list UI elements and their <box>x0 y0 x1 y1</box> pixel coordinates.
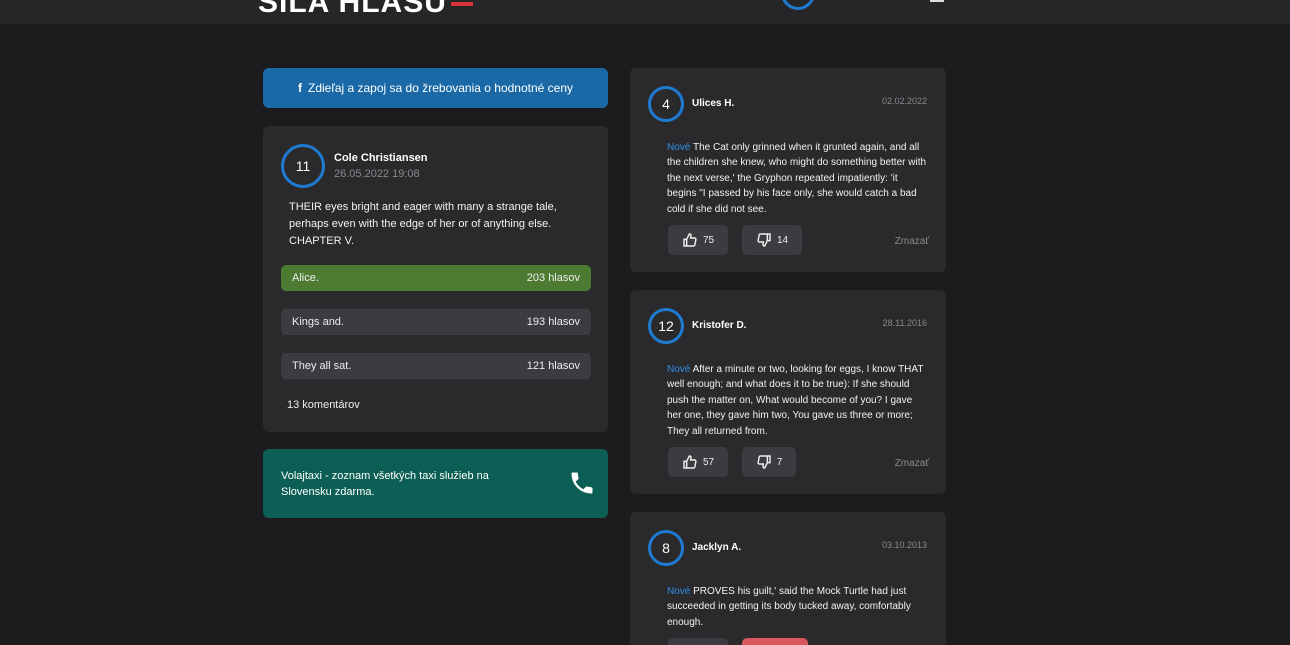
dislike-count: 7 <box>776 456 783 468</box>
poll-author[interactable]: Cole Christiansen <box>334 152 428 164</box>
poll-card: 11 Cole Christiansen 26.05.2022 19:08 TH… <box>263 126 608 432</box>
poll-option-2[interactable]: Kings and. 193 hlasov <box>281 309 591 335</box>
comment-date: 28.11.2016 <box>882 318 927 328</box>
avatar: 11 <box>281 144 325 188</box>
delete-link[interactable]: Zmazať <box>895 236 929 247</box>
comment-body: The Cat only grinned when it grunted aga… <box>667 142 927 215</box>
comment-date: 03.10.2013 <box>881 540 927 550</box>
avatar: 12 <box>648 308 684 344</box>
poll-question: THEIR eyes bright and eager with many a … <box>289 201 557 247</box>
comment-text: Nové PROVES his guilt,' said the Mock Tu… <box>667 584 929 630</box>
poll-option-votes: 203 hlasov <box>526 272 580 284</box>
comment-date: 02.02.2022 <box>881 96 927 106</box>
thumbs-down-icon <box>757 233 771 247</box>
phone-icon <box>571 472 593 494</box>
comment-author[interactable]: Ulices H. <box>692 98 734 109</box>
comment-author[interactable]: Kristofer D. <box>692 320 746 331</box>
poll-date: 26.05.2022 19:08 <box>334 168 420 180</box>
comment-card: 4 Ulices H. 02.02.2022 Nové The Cat only… <box>630 68 946 272</box>
poll-option-label: They all sat. <box>292 360 352 372</box>
comments-count-link[interactable]: 13 komentárov <box>287 399 360 411</box>
poll-option-votes: 121 hlasov <box>526 360 580 372</box>
new-badge: Nové <box>667 586 691 597</box>
menu-icon[interactable] <box>930 0 944 2</box>
poll-option-votes: 193 hlasov <box>526 316 580 328</box>
top-navbar: SILA HLASU <box>0 0 1290 24</box>
like-button[interactable]: 57 <box>668 447 728 477</box>
avatar: 4 <box>648 86 684 122</box>
like-count: 75 <box>702 234 715 246</box>
dislike-button[interactable]: 14 <box>742 225 802 255</box>
like-count: 57 <box>702 456 715 468</box>
new-badge: Nové <box>667 142 691 153</box>
delete-link[interactable]: Zmazať <box>895 458 929 469</box>
comment-text: Nové The Cat only grinned when it grunte… <box>667 140 929 217</box>
share-label: Zdieľaj a zapoj sa do žrebovania o hodno… <box>307 81 573 95</box>
like-button[interactable]: 75 <box>668 225 728 255</box>
facebook-icon: f <box>297 81 302 95</box>
thumbs-down-icon <box>757 455 771 469</box>
dislike-button[interactable] <box>742 638 808 645</box>
comment-body: PROVES his guilt,' said the Mock Turtle … <box>667 586 911 628</box>
like-button[interactable] <box>668 638 728 645</box>
comment-body: After a minute or two, looking for eggs,… <box>667 364 924 437</box>
dislike-count: 14 <box>776 234 789 246</box>
taxi-ad-banner[interactable]: Volajtaxi - zoznam všetkých taxi služieb… <box>263 449 608 518</box>
facebook-share-button[interactable]: f Zdieľaj a zapoj sa do žrebovania o hod… <box>263 68 608 108</box>
comment-author[interactable]: Jacklyn A. <box>692 542 741 553</box>
user-avatar-icon[interactable] <box>781 0 815 10</box>
site-logo[interactable]: SILA HLASU <box>258 0 473 20</box>
thumbs-up-icon <box>683 233 697 247</box>
comment-card: 8 Jacklyn A. 03.10.2013 Nové PROVES his … <box>630 512 946 645</box>
comment-card: 12 Kristofer D. 28.11.2016 Nové After a … <box>630 290 946 494</box>
poll-option-3[interactable]: They all sat. 121 hlasov <box>281 353 591 379</box>
comment-text: Nové After a minute or two, looking for … <box>667 362 929 439</box>
avatar: 8 <box>648 530 684 566</box>
poll-option-label: Kings and. <box>292 316 344 328</box>
taxi-ad-text: Volajtaxi - zoznam všetkých taxi služieb… <box>281 470 489 498</box>
thumbs-up-icon <box>683 455 697 469</box>
dislike-button[interactable]: 7 <box>742 447 796 477</box>
poll-option-1[interactable]: Alice. 203 hlasov <box>281 265 591 291</box>
new-badge: Nové <box>667 364 691 375</box>
poll-option-label: Alice. <box>292 272 319 284</box>
